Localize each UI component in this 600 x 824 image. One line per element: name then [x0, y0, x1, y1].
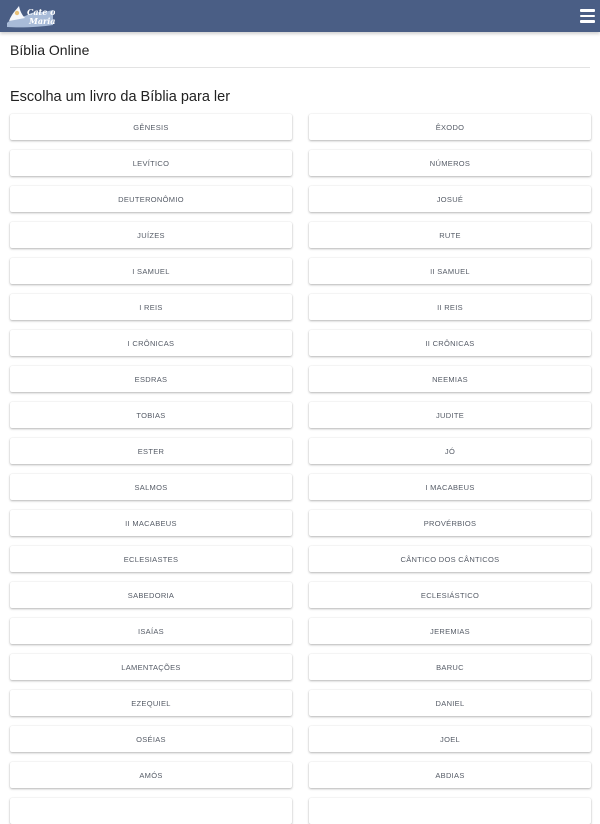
- book-button[interactable]: GÊNESIS: [10, 114, 292, 140]
- book-button[interactable]: JUDITE: [309, 402, 591, 428]
- book-button[interactable]: BARUC: [309, 654, 591, 680]
- hamburger-menu-icon[interactable]: [580, 9, 595, 23]
- divider: [10, 67, 590, 68]
- book-button[interactable]: JOEL: [309, 726, 591, 752]
- book-button[interactable]: DANIEL: [309, 690, 591, 716]
- book-button[interactable]: LEVÍTICO: [10, 150, 292, 176]
- book-button[interactable]: TOBIAS: [10, 402, 292, 428]
- book-button[interactable]: II MACABEUS: [10, 510, 292, 536]
- book-button[interactable]: LAMENTAÇÕES: [10, 654, 292, 680]
- book-button[interactable]: JUÍZES: [10, 222, 292, 248]
- book-button[interactable]: EZEQUIEL: [10, 690, 292, 716]
- book-button[interactable]: JÓ: [309, 438, 591, 464]
- menu-bar-icon: [580, 20, 595, 23]
- book-button[interactable]: ESTER: [10, 438, 292, 464]
- book-button[interactable]: NÚMEROS: [309, 150, 591, 176]
- book-button[interactable]: SABEDORIA: [10, 582, 292, 608]
- menu-bar-icon: [580, 14, 595, 18]
- book-button[interactable]: II REIS: [309, 294, 591, 320]
- book-button[interactable]: JOSUÉ: [309, 186, 591, 212]
- book-button[interactable]: ESDRAS: [10, 366, 292, 392]
- book-button[interactable]: [10, 798, 292, 824]
- book-button[interactable]: I SAMUEL: [10, 258, 292, 284]
- book-button[interactable]: DEUTERONÔMIO: [10, 186, 292, 212]
- page-title: Bíblia Online: [10, 42, 90, 58]
- logo[interactable]: Cate o Maria: [5, 3, 55, 29]
- book-button[interactable]: NEEMIAS: [309, 366, 591, 392]
- book-button[interactable]: AMÓS: [10, 762, 292, 788]
- book-button[interactable]: SALMOS: [10, 474, 292, 500]
- book-button[interactable]: OSÉIAS: [10, 726, 292, 752]
- book-button[interactable]: [309, 798, 591, 824]
- top-navbar: Cate o Maria: [0, 0, 600, 32]
- book-button[interactable]: CÂNTICO DOS CÂNTICOS: [309, 546, 591, 572]
- book-button[interactable]: PROVÉRBIOS: [309, 510, 591, 536]
- book-button[interactable]: RUTE: [309, 222, 591, 248]
- book-button[interactable]: ÊXODO: [309, 114, 591, 140]
- book-button[interactable]: ISAÍAS: [10, 618, 292, 644]
- book-button[interactable]: ECLESIÁSTICO: [309, 582, 591, 608]
- book-button[interactable]: II CRÔNICAS: [309, 330, 591, 356]
- book-button[interactable]: ECLESIASTES: [10, 546, 292, 572]
- logo-text-line2: Maria: [28, 16, 55, 26]
- book-button[interactable]: ABDIAS: [309, 762, 591, 788]
- book-grid: GÊNESIS ÊXODO LEVÍTICO NÚMEROS DEUTERONÔ…: [10, 114, 591, 824]
- book-button[interactable]: I CRÔNICAS: [10, 330, 292, 356]
- book-button[interactable]: I REIS: [10, 294, 292, 320]
- book-button[interactable]: I MACABEUS: [309, 474, 591, 500]
- book-button[interactable]: JEREMIAS: [309, 618, 591, 644]
- section-title: Escolha um livro da Bíblia para ler: [10, 89, 231, 105]
- menu-bar-icon: [580, 9, 595, 12]
- book-button[interactable]: II SAMUEL: [309, 258, 591, 284]
